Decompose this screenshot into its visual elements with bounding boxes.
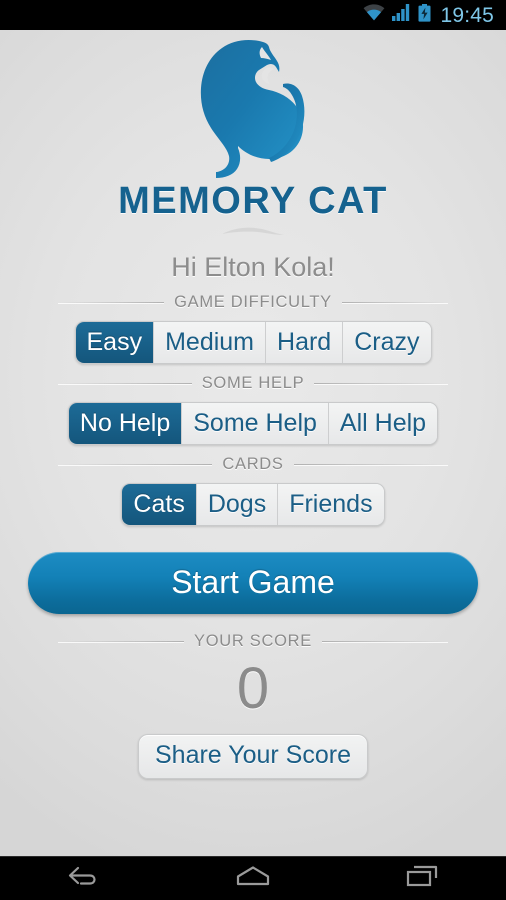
start-game-button[interactable]: Start Game [28,551,478,614]
home-icon [235,864,271,893]
share-score-button[interactable]: Share Your Score [138,733,368,779]
nav-home-button[interactable] [198,857,308,900]
cards-segmented-control[interactable]: Cats Dogs Friends [121,482,385,526]
score-value: 0 [236,655,270,721]
segment-cards-cats[interactable]: Cats [122,483,196,525]
nav-back-button[interactable] [29,857,139,900]
back-arrow-icon [67,864,101,893]
rule-left [58,463,213,465]
nav-recents-button[interactable] [367,857,477,900]
recent-apps-icon [405,864,439,893]
section-header-help: SOME HELP [58,373,449,393]
section-label-difficulty: GAME DIFFICULTY [174,292,332,311]
page-title: MEMORY CAT [118,180,388,222]
rule-left [58,382,192,384]
cat-silhouette-logo [200,40,305,178]
phone-screen: 19:45 MEMORY CAT Hi Elton Kola! GAME DIF… [0,0,506,900]
rule-right [321,640,448,642]
rule-left [58,301,165,303]
start-button-row: Start Game [0,551,506,614]
app-logo-block: MEMORY CAT [0,30,506,238]
status-bar: 19:45 [0,0,506,30]
wifi-icon [363,4,385,26]
battery-charging-icon [418,3,431,27]
segment-difficulty-crazy[interactable]: Crazy [342,321,431,363]
cards-row: Cats Dogs Friends [0,482,506,526]
android-navigation-bar [0,856,506,900]
app-content: MEMORY CAT Hi Elton Kola! GAME DIFFICULT… [0,30,506,856]
segment-cards-friends[interactable]: Friends [277,483,384,525]
difficulty-segmented-control[interactable]: Easy Medium Hard Crazy [74,320,432,364]
cellular-signal-icon [392,4,411,26]
rule-right [341,301,449,303]
section-header-difficulty: GAME DIFFICULTY [58,292,449,312]
rule-right [293,463,449,465]
segment-help-some[interactable]: Some Help [181,402,328,444]
section-label-cards: CARDS [222,454,284,473]
help-segmented-control[interactable]: No Help Some Help All Help [67,401,439,445]
section-header-cards: CARDS [58,454,449,474]
segment-cards-dogs[interactable]: Dogs [195,483,278,525]
segment-help-none[interactable]: No Help [68,402,182,444]
segment-difficulty-easy[interactable]: Easy [75,321,154,363]
cat-flourish-ornament [222,227,284,235]
help-row: No Help Some Help All Help [0,401,506,445]
section-header-score: YOUR SCORE [58,632,448,651]
share-button-row: Share Your Score [0,733,506,779]
segment-difficulty-hard[interactable]: Hard [265,321,343,363]
rule-left [58,640,185,642]
difficulty-row: Easy Medium Hard Crazy [0,320,506,364]
status-bar-clock: 19:45 [440,3,494,27]
segment-help-all[interactable]: All Help [327,402,438,444]
section-label-score: YOUR SCORE [194,631,312,650]
segment-difficulty-medium[interactable]: Medium [153,321,266,363]
section-label-help: SOME HELP [201,373,305,392]
rule-right [314,382,449,384]
user-greeting: Hi Elton Kola! [171,251,335,282]
